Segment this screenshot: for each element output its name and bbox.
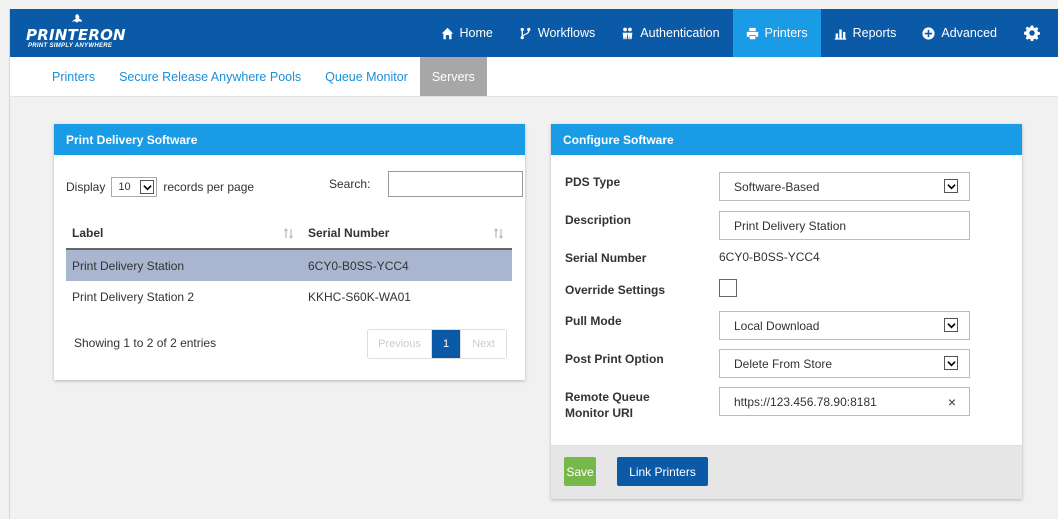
override-settings-label: Override Settings	[565, 283, 666, 297]
workflow-icon	[520, 27, 531, 39]
pull-mode-value: Local Download	[734, 318, 820, 333]
next-page-button[interactable]: Next	[460, 330, 506, 358]
gear-icon	[1024, 25, 1040, 41]
row-serial-cell: KKHC-S60K-WA01	[308, 290, 411, 304]
page-size-select[interactable]: 10	[111, 177, 158, 197]
brand-tagline: PRINT SIMPLY ANYWHERE	[28, 43, 113, 49]
pagination: Previous 1 Next	[367, 329, 507, 359]
serial-number-label: Serial Number	[565, 251, 647, 265]
panel-footer: Save Link Printers	[551, 445, 1022, 499]
nav-workflows-label: Workflows	[537, 26, 596, 40]
nav-reports[interactable]: Reports	[821, 9, 910, 57]
serial-number-value: 6CY0-B0SS-YCC4	[719, 250, 820, 264]
subnav-servers[interactable]: Servers	[419, 57, 487, 96]
subnav-printers[interactable]: Printers	[40, 57, 107, 96]
entries-info: Showing 1 to 2 of 2 entries	[74, 336, 217, 350]
bird-logo-icon	[72, 14, 82, 23]
table-header-row: Label Serial Number	[66, 218, 512, 250]
settings-button[interactable]	[1010, 9, 1058, 57]
pull-mode-label: Pull Mode	[565, 314, 622, 328]
records-per-page-label: records per page	[163, 180, 255, 194]
chevron-down-icon	[944, 318, 958, 332]
table-controls: Display 10 records per page Search:	[66, 171, 523, 199]
plus-circle-icon	[922, 26, 935, 40]
top-navbar: PRINTERON PRINT SIMPLY ANYWHERE Home Wor…	[10, 9, 1058, 57]
pds-type-select[interactable]: Software-Based	[719, 172, 970, 201]
subnav-queue-monitor[interactable]: Queue Monitor	[313, 57, 420, 96]
nav-authentication-label: Authentication	[640, 26, 720, 40]
nav-printers-label: Printers	[764, 26, 808, 40]
search-label: Search:	[329, 177, 371, 191]
main-nav: Home Workflows Authentication Printers R…	[428, 9, 1058, 57]
row-serial-cell: 6CY0-B0SS-YCC4	[302, 249, 512, 281]
bar-chart-icon	[834, 28, 846, 40]
nav-home-label: Home	[459, 26, 493, 40]
pds-panel: Print Delivery Software Display 10 recor…	[54, 124, 525, 380]
post-print-value: Delete From Store	[734, 356, 833, 371]
nav-advanced[interactable]: Advanced	[909, 9, 1010, 57]
nav-home[interactable]: Home	[428, 9, 506, 57]
remote-queue-label: Remote Queue Monitor URI	[565, 389, 650, 421]
post-print-select[interactable]: Delete From Store	[719, 349, 970, 378]
link-printers-button[interactable]: Link Printers	[617, 457, 708, 486]
nav-authentication[interactable]: Authentication	[608, 9, 732, 57]
sub-nav: Printers Secure Release Anywhere Pools Q…	[10, 57, 1058, 97]
search-input[interactable]	[388, 171, 523, 197]
remote-queue-label-line1: Remote Queue	[565, 390, 650, 404]
sort-icon	[284, 228, 293, 239]
table-row[interactable]: Print Delivery Station 2 KKHC-S60K-WA01	[66, 281, 512, 313]
nav-advanced-label: Advanced	[941, 26, 997, 40]
col-serial-header[interactable]: Serial Number	[302, 218, 512, 250]
chevron-down-icon	[944, 356, 958, 370]
description-value: Print Delivery Station	[734, 218, 847, 233]
pds-panel-title: Print Delivery Software	[54, 124, 525, 155]
col-label-text: Label	[72, 226, 104, 240]
page-1-button[interactable]: 1	[432, 330, 460, 358]
pds-type-value: Software-Based	[734, 179, 820, 194]
chevron-down-icon	[140, 180, 155, 194]
brand-logo[interactable]: PRINTERON PRINT SIMPLY ANYWHERE	[26, 13, 138, 53]
save-button[interactable]: Save	[564, 457, 596, 486]
clear-icon[interactable]: ×	[948, 394, 956, 410]
previous-page-button[interactable]: Previous	[368, 330, 432, 358]
printer-icon	[746, 27, 758, 39]
pds-type-label: PDS Type	[565, 175, 621, 189]
configure-panel-title: Configure Software	[551, 124, 1022, 155]
chevron-down-icon	[944, 179, 958, 193]
remote-queue-uri-field[interactable]: https://123.456.78.90:8181 ×	[719, 387, 970, 416]
page-size-control: Display 10 records per page	[66, 177, 254, 197]
col-serial-text: Serial Number	[308, 226, 390, 240]
col-label-header[interactable]: Label	[66, 218, 302, 250]
sort-icon	[494, 228, 503, 239]
brand-name: PRINTERON	[26, 26, 126, 44]
row-label-cell: Print Delivery Station	[66, 249, 302, 281]
users-icon	[622, 27, 633, 39]
table-row[interactable]: Print Delivery Station 6CY0-B0SS-YCC4	[66, 249, 512, 281]
description-label: Description	[565, 213, 632, 227]
pull-mode-select[interactable]: Local Download	[719, 311, 970, 340]
row-label-cell: Print Delivery Station 2	[72, 290, 195, 304]
subnav-secure-release-pools[interactable]: Secure Release Anywhere Pools	[107, 57, 313, 96]
remote-queue-uri-value: https://123.456.78.90:8181	[734, 394, 877, 409]
display-label: Display	[66, 180, 106, 194]
remote-queue-label-line2: Monitor URI	[565, 406, 633, 420]
page-size-value: 10	[118, 181, 131, 193]
configure-panel: Configure Software PDS Type Software-Bas…	[551, 124, 1022, 499]
post-print-label: Post Print Option	[565, 352, 664, 366]
pds-table: Label Serial Number Print Delivery Stati…	[66, 218, 512, 313]
nav-workflows[interactable]: Workflows	[506, 9, 608, 57]
home-icon	[441, 27, 453, 39]
nav-printers[interactable]: Printers	[732, 9, 821, 57]
description-field[interactable]: Print Delivery Station	[719, 211, 970, 240]
nav-reports-label: Reports	[852, 26, 897, 40]
override-settings-checkbox[interactable]	[719, 279, 737, 297]
